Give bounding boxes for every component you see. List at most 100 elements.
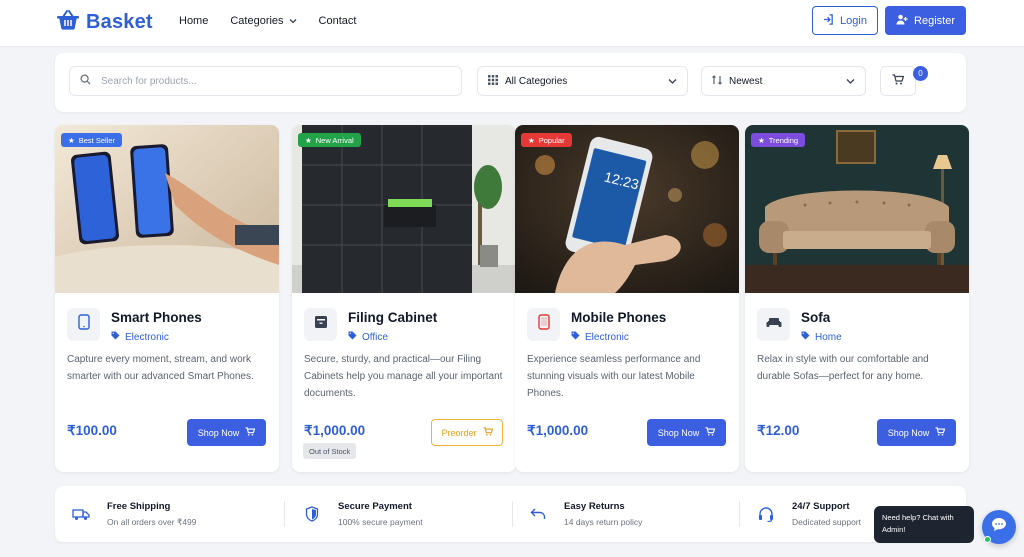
product-card-mobile-phones[interactable]: 12:23 ★ Popular Mobile Phones Electronic… <box>515 125 739 472</box>
product-category-label: Electronic <box>125 331 169 343</box>
divider <box>512 501 513 527</box>
feature-title: 24/7 Support <box>792 501 850 512</box>
product-category[interactable]: Office <box>348 331 388 343</box>
search-box[interactable] <box>69 66 462 96</box>
category-icon-box <box>527 308 560 341</box>
product-category[interactable]: Electronic <box>111 331 169 343</box>
product-badge-label: Popular <box>538 135 565 145</box>
product-description: Experience seamless performance and stun… <box>527 354 701 399</box>
category-icon-box <box>757 308 790 341</box>
feature-support: 24/7 Support Dedicated support <box>754 486 861 542</box>
chat-icon <box>991 517 1007 537</box>
nav-categories[interactable]: Categories <box>230 15 297 27</box>
product-card-sofa[interactable]: ★ Trending Sofa Home Relax in style with… <box>745 125 969 472</box>
feature-easy-returns: Easy Returns 14 days return policy <box>526 486 642 542</box>
category-icon-box <box>304 308 337 341</box>
nav-contact[interactable]: Contact <box>319 15 357 27</box>
chat-prompt-bubble[interactable]: Need help? Chat with Admin! <box>874 506 974 543</box>
feature-free-shipping: Free Shipping On all orders over ₹499 <box>69 486 197 542</box>
product-image[interactable]: ★ Best Seller <box>55 125 279 293</box>
product-image[interactable]: ★ Trending <box>745 125 969 293</box>
search-input[interactable] <box>101 75 431 87</box>
product-category[interactable]: Electronic <box>571 331 629 343</box>
login-icon <box>823 13 834 28</box>
shop-now-button[interactable]: Shop Now <box>877 419 956 446</box>
preorder-label: Preorder <box>441 427 477 438</box>
stock-status-badge: Out of Stock <box>303 443 357 459</box>
top-header: Basket Home Categories Contact Login Reg… <box>0 0 1024 47</box>
brand-logo[interactable]: Basket <box>56 9 153 36</box>
product-badge-label: Trending <box>768 135 799 145</box>
shield-icon <box>300 506 324 522</box>
register-label: Register <box>914 14 955 27</box>
cabinet-icon <box>314 315 328 334</box>
cart-icon <box>483 427 493 438</box>
register-button[interactable]: Register <box>885 6 966 35</box>
cart-icon <box>705 427 716 438</box>
cart-icon <box>892 72 905 90</box>
tag-icon <box>801 331 810 343</box>
cart-icon <box>245 427 256 438</box>
product-title[interactable]: Filing Cabinet <box>348 310 437 325</box>
product-card-smart-phones[interactable]: ★ Best Seller Smart Phones Electronic Ca… <box>55 125 279 472</box>
feature-subtitle: On all orders over ₹499 <box>107 516 197 527</box>
preorder-button[interactable]: Preorder <box>431 419 503 446</box>
cart-button[interactable] <box>880 66 916 96</box>
return-icon <box>526 507 550 521</box>
chevron-down-icon <box>846 76 855 87</box>
product-category-label: Electronic <box>585 331 629 343</box>
login-button[interactable]: Login <box>812 6 878 35</box>
truck-icon <box>69 508 93 521</box>
grid-icon <box>488 74 498 88</box>
online-status-dot <box>984 536 991 543</box>
brand-name: Basket <box>86 11 153 33</box>
shop-now-label: Shop Now <box>197 427 240 438</box>
product-badge-label: New Arrival <box>315 135 354 145</box>
nav-home-label: Home <box>179 15 209 27</box>
divider <box>284 501 285 527</box>
product-image[interactable]: ★ New Arrival <box>292 125 516 293</box>
product-price: ₹100.00 <box>67 423 117 438</box>
product-badge: ★ New Arrival <box>298 133 361 147</box>
cart-icon <box>935 427 946 438</box>
product-category-label: Office <box>362 331 388 343</box>
user-plus-icon <box>896 14 908 28</box>
nav-categories-label: Categories <box>230 15 284 27</box>
product-category[interactable]: Home <box>801 331 842 343</box>
product-image[interactable]: 12:23 ★ Popular <box>515 125 739 293</box>
feature-title: Free Shipping <box>107 500 171 512</box>
product-card-filing-cabinet[interactable]: ★ New Arrival Filing Cabinet Office Secu… <box>292 125 516 472</box>
cart-count-badge: 0 <box>913 66 928 81</box>
filter-panel: All Categories Newest 0 <box>55 53 966 112</box>
shop-now-button[interactable]: Shop Now <box>187 419 266 446</box>
sort-icon <box>712 74 722 88</box>
shop-now-label: Shop Now <box>887 427 930 438</box>
product-title[interactable]: Sofa <box>801 310 830 325</box>
product-description: Secure, sturdy, and practical—our Filing… <box>304 354 503 399</box>
tag-icon <box>111 331 120 343</box>
search-icon <box>80 72 91 90</box>
feature-subtitle: 14 days return policy <box>564 517 643 527</box>
sort-select-value: Newest <box>729 75 763 87</box>
product-description: Capture every moment, stream, and work s… <box>67 354 254 382</box>
feature-subtitle: 100% secure payment <box>338 517 423 527</box>
main-nav: Home Categories Contact <box>179 15 378 27</box>
star-icon: ★ <box>68 135 75 145</box>
star-icon: ★ <box>758 135 765 145</box>
shop-now-label: Shop Now <box>657 427 700 438</box>
product-title[interactable]: Smart Phones <box>111 310 202 325</box>
sort-select[interactable]: Newest <box>701 66 866 96</box>
nav-home[interactable]: Home <box>179 15 208 27</box>
shop-now-button[interactable]: Shop Now <box>647 419 726 446</box>
category-select[interactable]: All Categories <box>477 66 688 96</box>
headset-icon <box>754 506 778 522</box>
login-label: Login <box>840 14 867 27</box>
star-icon: ★ <box>528 135 535 145</box>
star-icon: ★ <box>305 135 312 145</box>
features-strip: Free Shipping On all orders over ₹499 Se… <box>55 486 966 542</box>
divider <box>739 501 740 527</box>
feature-subtitle: Dedicated support <box>792 517 861 527</box>
product-price: ₹1,000.00 <box>304 423 366 438</box>
product-category-label: Home <box>815 331 842 343</box>
product-title[interactable]: Mobile Phones <box>571 310 666 325</box>
